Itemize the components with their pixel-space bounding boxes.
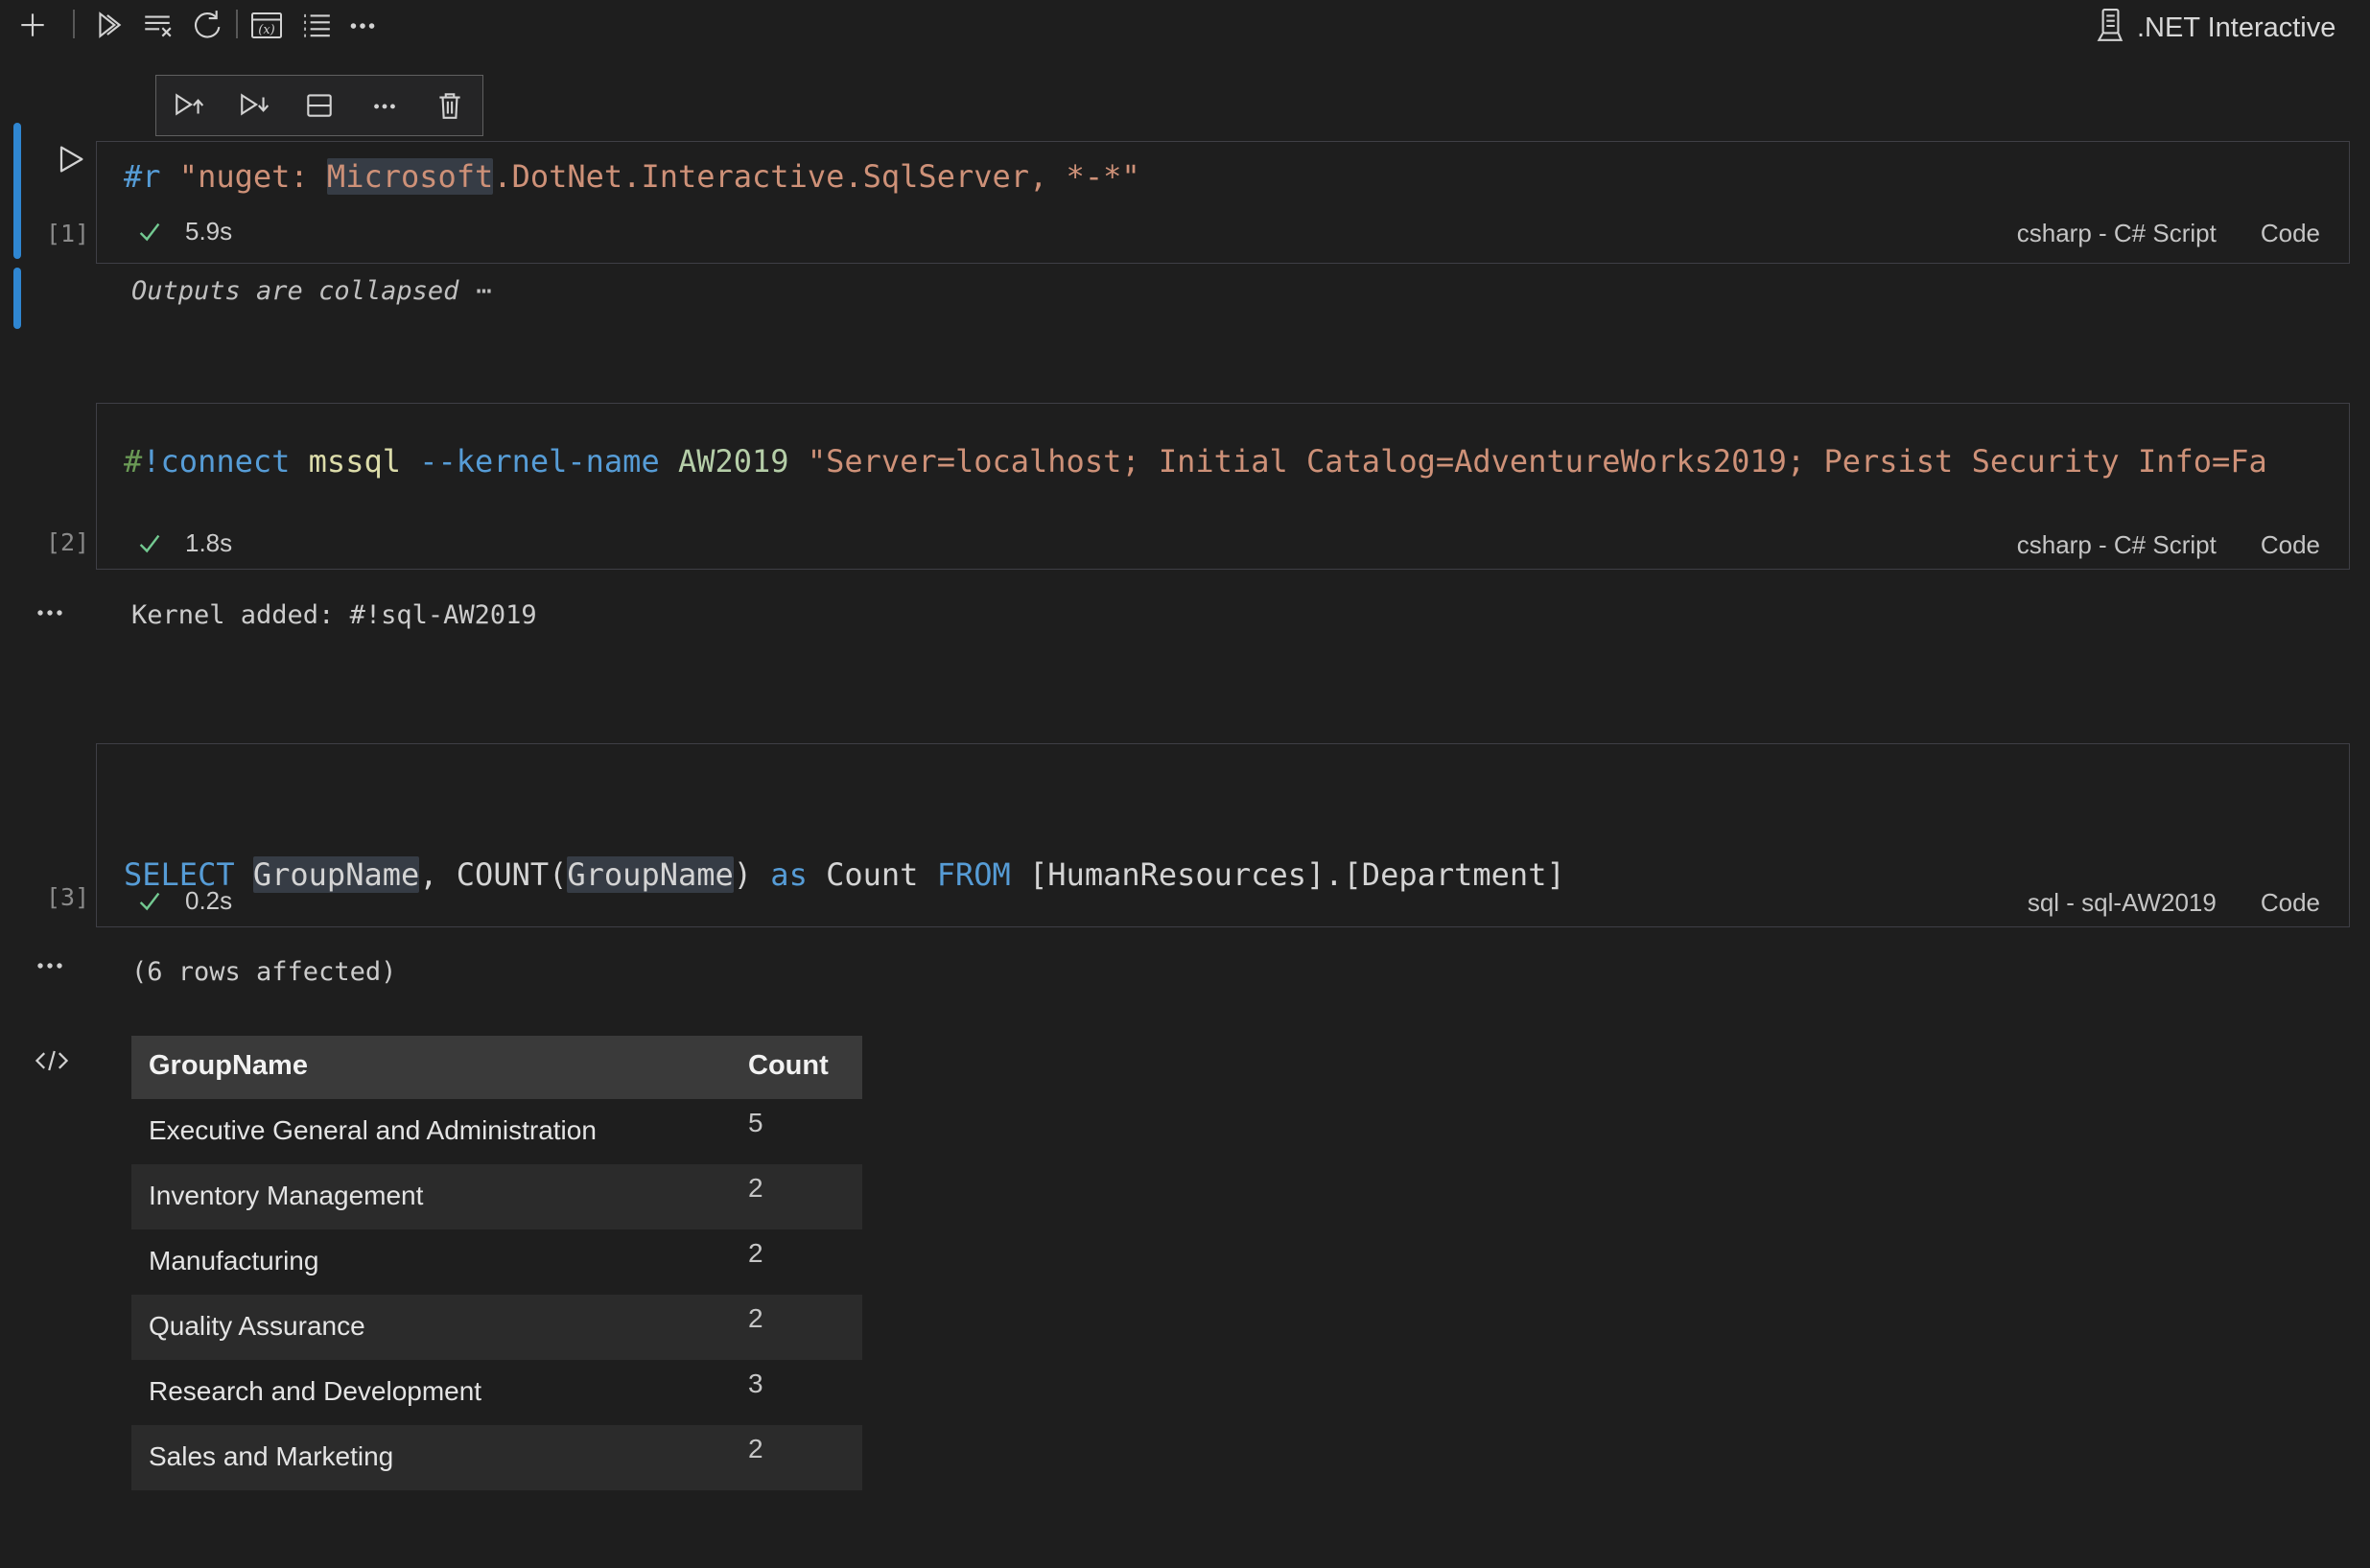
count-cell: 2 xyxy=(748,1303,763,1334)
table-header-count: Count xyxy=(748,1050,829,1082)
count-cell: 5 xyxy=(748,1108,763,1138)
groupname-cell: Executive General and Administration xyxy=(149,1115,597,1146)
split-cell-icon[interactable] xyxy=(302,88,337,123)
rows-affected-output: (6 rows affected) xyxy=(131,957,396,987)
code-line-1: SELECT GroupName, COUNT(GroupName) as Co… xyxy=(124,854,1565,896)
execution-count: [1] xyxy=(46,220,89,247)
cell-status-left: 1.8s xyxy=(135,528,232,558)
kernel-icon xyxy=(2095,8,2125,49)
table-row: Quality Assurance 2 xyxy=(131,1295,862,1360)
more-actions-icon[interactable] xyxy=(367,88,402,123)
collapsed-outputs-text: Outputs are collapsed xyxy=(131,276,458,306)
execution-count: [2] xyxy=(46,528,89,556)
toolbar-divider xyxy=(236,10,238,38)
count-cell: 3 xyxy=(748,1369,763,1399)
notebook-page: { "app": { "kernel_label": ".NET Interac… xyxy=(0,0,2370,1568)
cell-status-left: 0.2s xyxy=(135,886,232,916)
outline-icon[interactable] xyxy=(299,8,334,42)
cell-kind[interactable]: Code xyxy=(2261,530,2320,560)
groupname-cell: Research and Development xyxy=(149,1376,481,1407)
svg-text:(x): (x) xyxy=(258,23,274,37)
language-picker[interactable]: csharp - C# Script xyxy=(2017,530,2217,560)
groupname-cell: Sales and Marketing xyxy=(149,1441,393,1472)
table-row: Manufacturing 2 xyxy=(131,1229,862,1295)
kernel-picker[interactable]: .NET Interactive xyxy=(2095,8,2335,49)
notebook-toolbar: (x) .NET Interactive xyxy=(0,0,2370,50)
execution-duration: 0.2s xyxy=(185,886,232,916)
cell-kind[interactable]: Code xyxy=(2261,888,2320,918)
code-output-mime-icon xyxy=(33,1041,71,1080)
variables-icon[interactable]: (x) xyxy=(249,8,284,42)
language-picker[interactable]: sql - sql-AW2019 xyxy=(2028,888,2217,918)
query-result-table: GroupName Count Executive General and Ad… xyxy=(131,1036,862,1490)
success-check-icon xyxy=(135,218,164,246)
add-cell-icon[interactable] xyxy=(15,8,50,42)
code-cell-3: SELECT GroupName, COUNT(GroupName) as Co… xyxy=(96,743,2350,927)
table-row: Executive General and Administration 5 xyxy=(131,1099,862,1164)
code-editor[interactable]: SELECT GroupName, COUNT(GroupName) as Co… xyxy=(124,769,1565,927)
table-row: Research and Development 3 xyxy=(131,1360,862,1425)
groupname-cell: Manufacturing xyxy=(149,1246,318,1276)
cell-hover-toolbar xyxy=(155,75,483,136)
cell-status-left: 5.9s xyxy=(135,217,232,246)
execute-above-icon[interactable] xyxy=(172,88,206,123)
code-editor[interactable]: #r "nuget: Microsoft.DotNet.Interactive.… xyxy=(124,155,1140,198)
kernel-added-output: Kernel added: #!sql-AW2019 xyxy=(131,600,537,630)
toolbar-divider xyxy=(73,10,75,38)
language-picker[interactable]: csharp - C# Script xyxy=(2017,219,2217,248)
output-focus-indicator[interactable] xyxy=(13,268,21,329)
more-actions-icon[interactable] xyxy=(345,8,380,42)
code-cell-1: #r "nuget: Microsoft.DotNet.Interactive.… xyxy=(96,141,2350,264)
execution-duration: 1.8s xyxy=(185,528,232,558)
cell-status-right: csharp - C# Script Code xyxy=(2017,530,2320,560)
execute-below-icon[interactable] xyxy=(237,88,271,123)
delete-cell-icon[interactable] xyxy=(433,88,467,123)
code-editor[interactable]: #!connect mssql --kernel-name AW2019 "Se… xyxy=(124,440,2267,482)
table-row: Sales and Marketing 2 xyxy=(131,1425,862,1490)
cell-kind[interactable]: Code xyxy=(2261,219,2320,248)
clear-all-outputs-icon[interactable] xyxy=(140,8,175,42)
groupname-cell: Inventory Management xyxy=(149,1181,423,1211)
collapsed-outputs-note: Outputs are collapsed ⋯ xyxy=(131,276,492,306)
cell-status-right: sql - sql-AW2019 Code xyxy=(2028,888,2320,918)
count-cell: 2 xyxy=(748,1434,763,1464)
groupname-cell: Quality Assurance xyxy=(149,1311,365,1342)
output-options-icon[interactable] xyxy=(35,959,73,974)
execution-duration: 5.9s xyxy=(185,217,232,246)
table-body: Executive General and Administration 5 Inv… xyxy=(131,1099,862,1490)
success-check-icon xyxy=(135,887,164,916)
table-header-row: GroupName Count xyxy=(131,1036,862,1099)
run-cell-button[interactable] xyxy=(53,142,87,176)
cell-status-right: csharp - C# Script Code xyxy=(2017,219,2320,248)
count-cell: 2 xyxy=(748,1173,763,1204)
code-cell-2: #!connect mssql --kernel-name AW2019 "Se… xyxy=(96,403,2350,570)
kernel-label: .NET Interactive xyxy=(2137,12,2335,44)
success-check-icon xyxy=(135,529,164,558)
cell-focus-indicator[interactable] xyxy=(13,123,21,259)
run-all-icon[interactable] xyxy=(92,8,127,42)
table-header-groupname: GroupName xyxy=(149,1050,308,1082)
output-options-icon[interactable] xyxy=(35,606,73,621)
execution-count: [3] xyxy=(46,883,89,911)
count-cell: 2 xyxy=(748,1238,763,1269)
table-row: Inventory Management 2 xyxy=(131,1164,862,1229)
expand-outputs-button[interactable]: ⋯ xyxy=(476,276,491,306)
restart-kernel-icon[interactable] xyxy=(188,8,223,42)
